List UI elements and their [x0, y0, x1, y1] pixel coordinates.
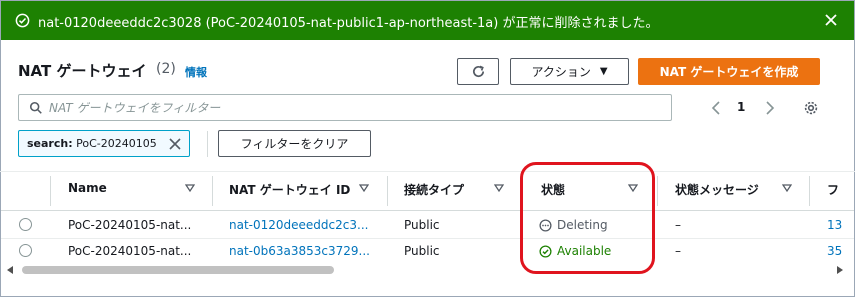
filter-token-key: search:: [27, 137, 73, 150]
close-icon[interactable]: [823, 12, 839, 28]
actions-dropdown[interactable]: アクション ▼: [510, 58, 629, 85]
row-divider: [1, 238, 854, 239]
search-icon: [29, 101, 42, 114]
refresh-button[interactable]: [457, 58, 499, 85]
row-2-nat-gateway-id-link[interactable]: nat-0b63a3853c3729...: [229, 244, 370, 258]
column-divider: [657, 176, 658, 206]
column-divider: [387, 176, 388, 206]
sort-icon[interactable]: [494, 183, 504, 193]
horizontal-scrollbar-thumb[interactable]: [22, 266, 334, 274]
row-1-state-message: –: [675, 218, 681, 232]
row-2-name: PoC-20240105-nat...: [68, 244, 192, 258]
column-header-truncated[interactable]: フ: [827, 181, 839, 198]
search-field[interactable]: [18, 94, 672, 121]
filter-token-value: PoC-20240105: [76, 137, 157, 150]
gear-icon[interactable]: [803, 100, 819, 116]
row-select-radio[interactable]: [19, 218, 32, 231]
sort-icon[interactable]: [782, 183, 792, 193]
clear-filters-button[interactable]: フィルターをクリア: [218, 130, 371, 157]
remove-filter-icon[interactable]: [168, 137, 182, 151]
actions-label: アクション: [531, 65, 591, 79]
row-1-name: PoC-20240105-nat...: [68, 218, 192, 232]
column-header-connectivity-type[interactable]: 接続タイプ: [404, 181, 464, 198]
refresh-icon: [472, 65, 484, 78]
search-input[interactable]: [49, 98, 649, 117]
page-number[interactable]: 1: [737, 100, 745, 114]
success-flash-banner: nat-0120deeeddc2c3028 (PoC-20240105-nat-…: [1, 1, 854, 40]
scroll-right-arrow-icon[interactable]: [837, 266, 843, 274]
info-link[interactable]: 情報: [185, 64, 207, 80]
row-1-connectivity-type: Public: [404, 218, 440, 232]
row-2-state-message: –: [675, 244, 681, 258]
item-count: (2): [156, 61, 176, 77]
column-divider: [809, 176, 810, 206]
row-2-connectivity-type: Public: [404, 244, 440, 258]
sort-icon[interactable]: [359, 183, 369, 193]
divider: [0, 171, 855, 172]
row-1-nat-gateway-id-link[interactable]: nat-0120deeeddc2c3...: [229, 218, 368, 232]
filter-token-label: search: PoC-20240105: [27, 137, 157, 150]
divider: [207, 131, 208, 157]
divider: [1, 210, 854, 211]
scroll-left-arrow-icon[interactable]: [7, 266, 13, 274]
column-header-nat-gateway-id[interactable]: NAT ゲートウェイ ID: [229, 181, 350, 198]
sort-icon[interactable]: [185, 183, 195, 193]
create-nat-gateway-button[interactable]: NAT ゲートウェイを作成: [638, 58, 820, 85]
column-header-name[interactable]: Name: [68, 181, 107, 195]
caret-down-icon: ▼: [599, 66, 608, 77]
chevron-left-icon[interactable]: [709, 100, 723, 116]
page-title: NAT ゲートウェイ: [18, 62, 147, 80]
highlight-annotation: [520, 162, 655, 274]
row-select-radio[interactable]: [19, 244, 32, 257]
chevron-right-icon[interactable]: [763, 100, 777, 116]
column-divider: [50, 176, 51, 206]
filter-token: search: PoC-20240105: [18, 130, 190, 157]
check-circle-icon: [15, 13, 30, 28]
column-divider: [212, 176, 213, 206]
row-1-truncated-link[interactable]: 13: [827, 218, 842, 232]
row-2-truncated-link[interactable]: 35: [827, 244, 842, 258]
column-header-state-message[interactable]: 状態メッセージ: [675, 181, 759, 198]
flash-message: nat-0120deeeddc2c3028 (PoC-20240105-nat-…: [38, 16, 659, 31]
